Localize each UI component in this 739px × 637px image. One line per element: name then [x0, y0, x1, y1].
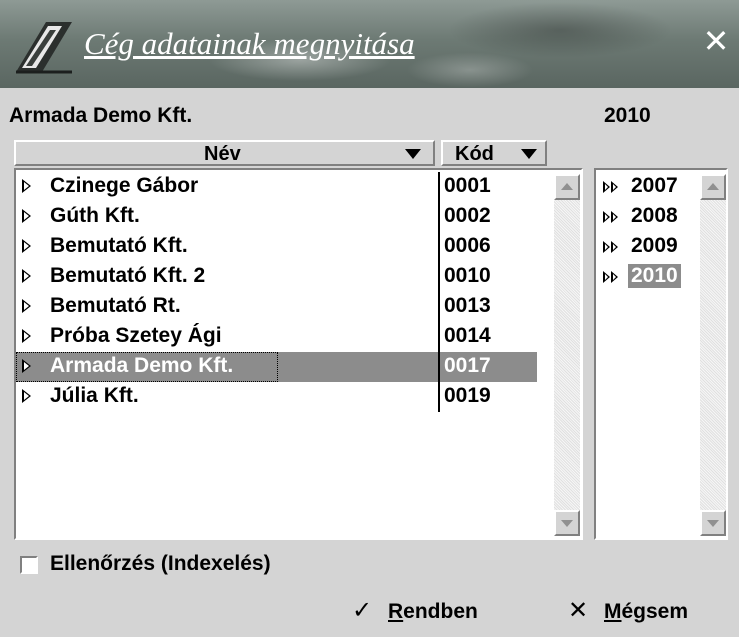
company-row[interactable]: Bemutató Rt. 0013 [16, 292, 552, 322]
row-arrow-icon [22, 329, 31, 343]
company-code: 0014 [444, 324, 491, 347]
company-name: Bemutató Rt. [50, 294, 181, 317]
year-row[interactable]: 2007 [596, 172, 696, 202]
double-arrow-icon [603, 271, 618, 283]
arrow-up-icon [561, 183, 573, 190]
year-value: 2007 [631, 174, 678, 197]
sort-arrow-icon [405, 149, 421, 159]
scroll-up-button[interactable] [700, 174, 726, 200]
open-company-dialog: Cég adatainak megnyitása ✕ Armada Demo K… [0, 0, 739, 637]
double-arrow-icon [603, 241, 618, 253]
company-row[interactable]: Armada Demo Kft. 0017 [16, 352, 552, 382]
checkmark-icon: ✓ [352, 597, 373, 624]
company-code: 0013 [444, 294, 491, 317]
double-arrow-icon [603, 181, 618, 193]
company-row[interactable]: Próba Szetey Ági 0014 [16, 322, 552, 352]
year-row[interactable]: 2008 [596, 202, 696, 232]
year-value: 2008 [631, 204, 678, 227]
year-value: 2009 [631, 234, 678, 257]
column-divider [438, 382, 440, 412]
column-header-code[interactable]: Kód [441, 140, 547, 166]
ok-button-hotkey: R [388, 600, 404, 623]
row-arrow-icon [22, 299, 31, 313]
year-row[interactable]: 2010 [596, 262, 696, 292]
company-row[interactable]: Gúth Kft. 0002 [16, 202, 552, 232]
company-list-scrollbar[interactable] [554, 174, 580, 536]
company-name: Gúth Kft. [50, 204, 140, 227]
year-row[interactable]: 2009 [596, 232, 696, 262]
scroll-down-button[interactable] [700, 510, 726, 536]
year-list-scrollbar[interactable] [700, 174, 726, 536]
column-divider [438, 322, 440, 352]
window-title: Cég adatainak megnyitása [84, 26, 415, 61]
company-name: Júlia Kft. [50, 384, 139, 407]
x-icon: ✕ [568, 597, 589, 624]
company-code: 0019 [444, 384, 491, 407]
column-divider [438, 352, 440, 382]
scroll-down-button[interactable] [554, 510, 580, 536]
sort-arrow-icon [521, 149, 537, 159]
company-name: Armada Demo Kft. [50, 354, 234, 377]
column-divider [438, 202, 440, 232]
row-arrow-icon [22, 179, 31, 193]
company-code: 0001 [444, 174, 491, 197]
scroll-up-button[interactable] [554, 174, 580, 200]
close-icon[interactable]: ✕ [700, 24, 732, 58]
ok-button[interactable]: ✓ Rendben [352, 596, 512, 632]
ok-button-label: endben [403, 600, 478, 623]
column-divider [438, 232, 440, 262]
company-code: 0010 [444, 264, 491, 287]
company-name: Bemutató Kft. [50, 234, 188, 257]
row-arrow-icon [22, 209, 31, 223]
index-check-label: Ellenőrzés (Indexelés) [50, 552, 271, 575]
company-list[interactable]: Czinege Gábor 0001 Gúth Kft. 0002 Bemutató K… [14, 168, 583, 540]
company-row[interactable]: Czinege Gábor 0001 [16, 172, 552, 202]
column-header-code-label: Kód [455, 143, 494, 165]
company-code: 0006 [444, 234, 491, 257]
double-arrow-icon [603, 211, 618, 223]
arrow-down-icon [561, 520, 573, 527]
cancel-button-label: égsem [621, 600, 689, 623]
book-logo-icon [16, 22, 72, 74]
column-header-name-label: Név [204, 143, 241, 165]
column-header-name[interactable]: Név [14, 140, 435, 166]
company-row[interactable]: Bemutató Kft. 0006 [16, 232, 552, 262]
index-check-checkbox[interactable] [20, 556, 38, 574]
row-arrow-icon [22, 389, 31, 403]
title-bar[interactable]: Cég adatainak megnyitása ✕ [0, 0, 739, 88]
cancel-button-hotkey: M [604, 600, 622, 623]
year-list[interactable]: 2007 2008 2009 2010 [594, 168, 728, 540]
selected-year-label: 2010 [604, 104, 651, 127]
row-arrow-icon [22, 359, 31, 373]
row-arrow-icon [22, 239, 31, 253]
arrow-up-icon [707, 183, 719, 190]
selected-company-label: Armada Demo Kft. [9, 104, 193, 127]
company-row[interactable]: Júlia Kft. 0019 [16, 382, 552, 412]
arrow-down-icon [707, 520, 719, 527]
company-code: 0002 [444, 204, 491, 227]
cancel-button[interactable]: ✕ Mégsem [568, 596, 718, 632]
column-divider [438, 292, 440, 322]
company-row[interactable]: Bemutató Kft. 2 0010 [16, 262, 552, 292]
column-divider [438, 262, 440, 292]
company-code: 0017 [444, 354, 491, 377]
company-name: Bemutató Kft. 2 [50, 264, 206, 287]
column-divider [438, 172, 440, 202]
year-value: 2010 [628, 264, 681, 288]
row-arrow-icon [22, 269, 31, 283]
company-name: Czinege Gábor [50, 174, 199, 197]
company-name: Próba Szetey Ági [50, 324, 222, 347]
